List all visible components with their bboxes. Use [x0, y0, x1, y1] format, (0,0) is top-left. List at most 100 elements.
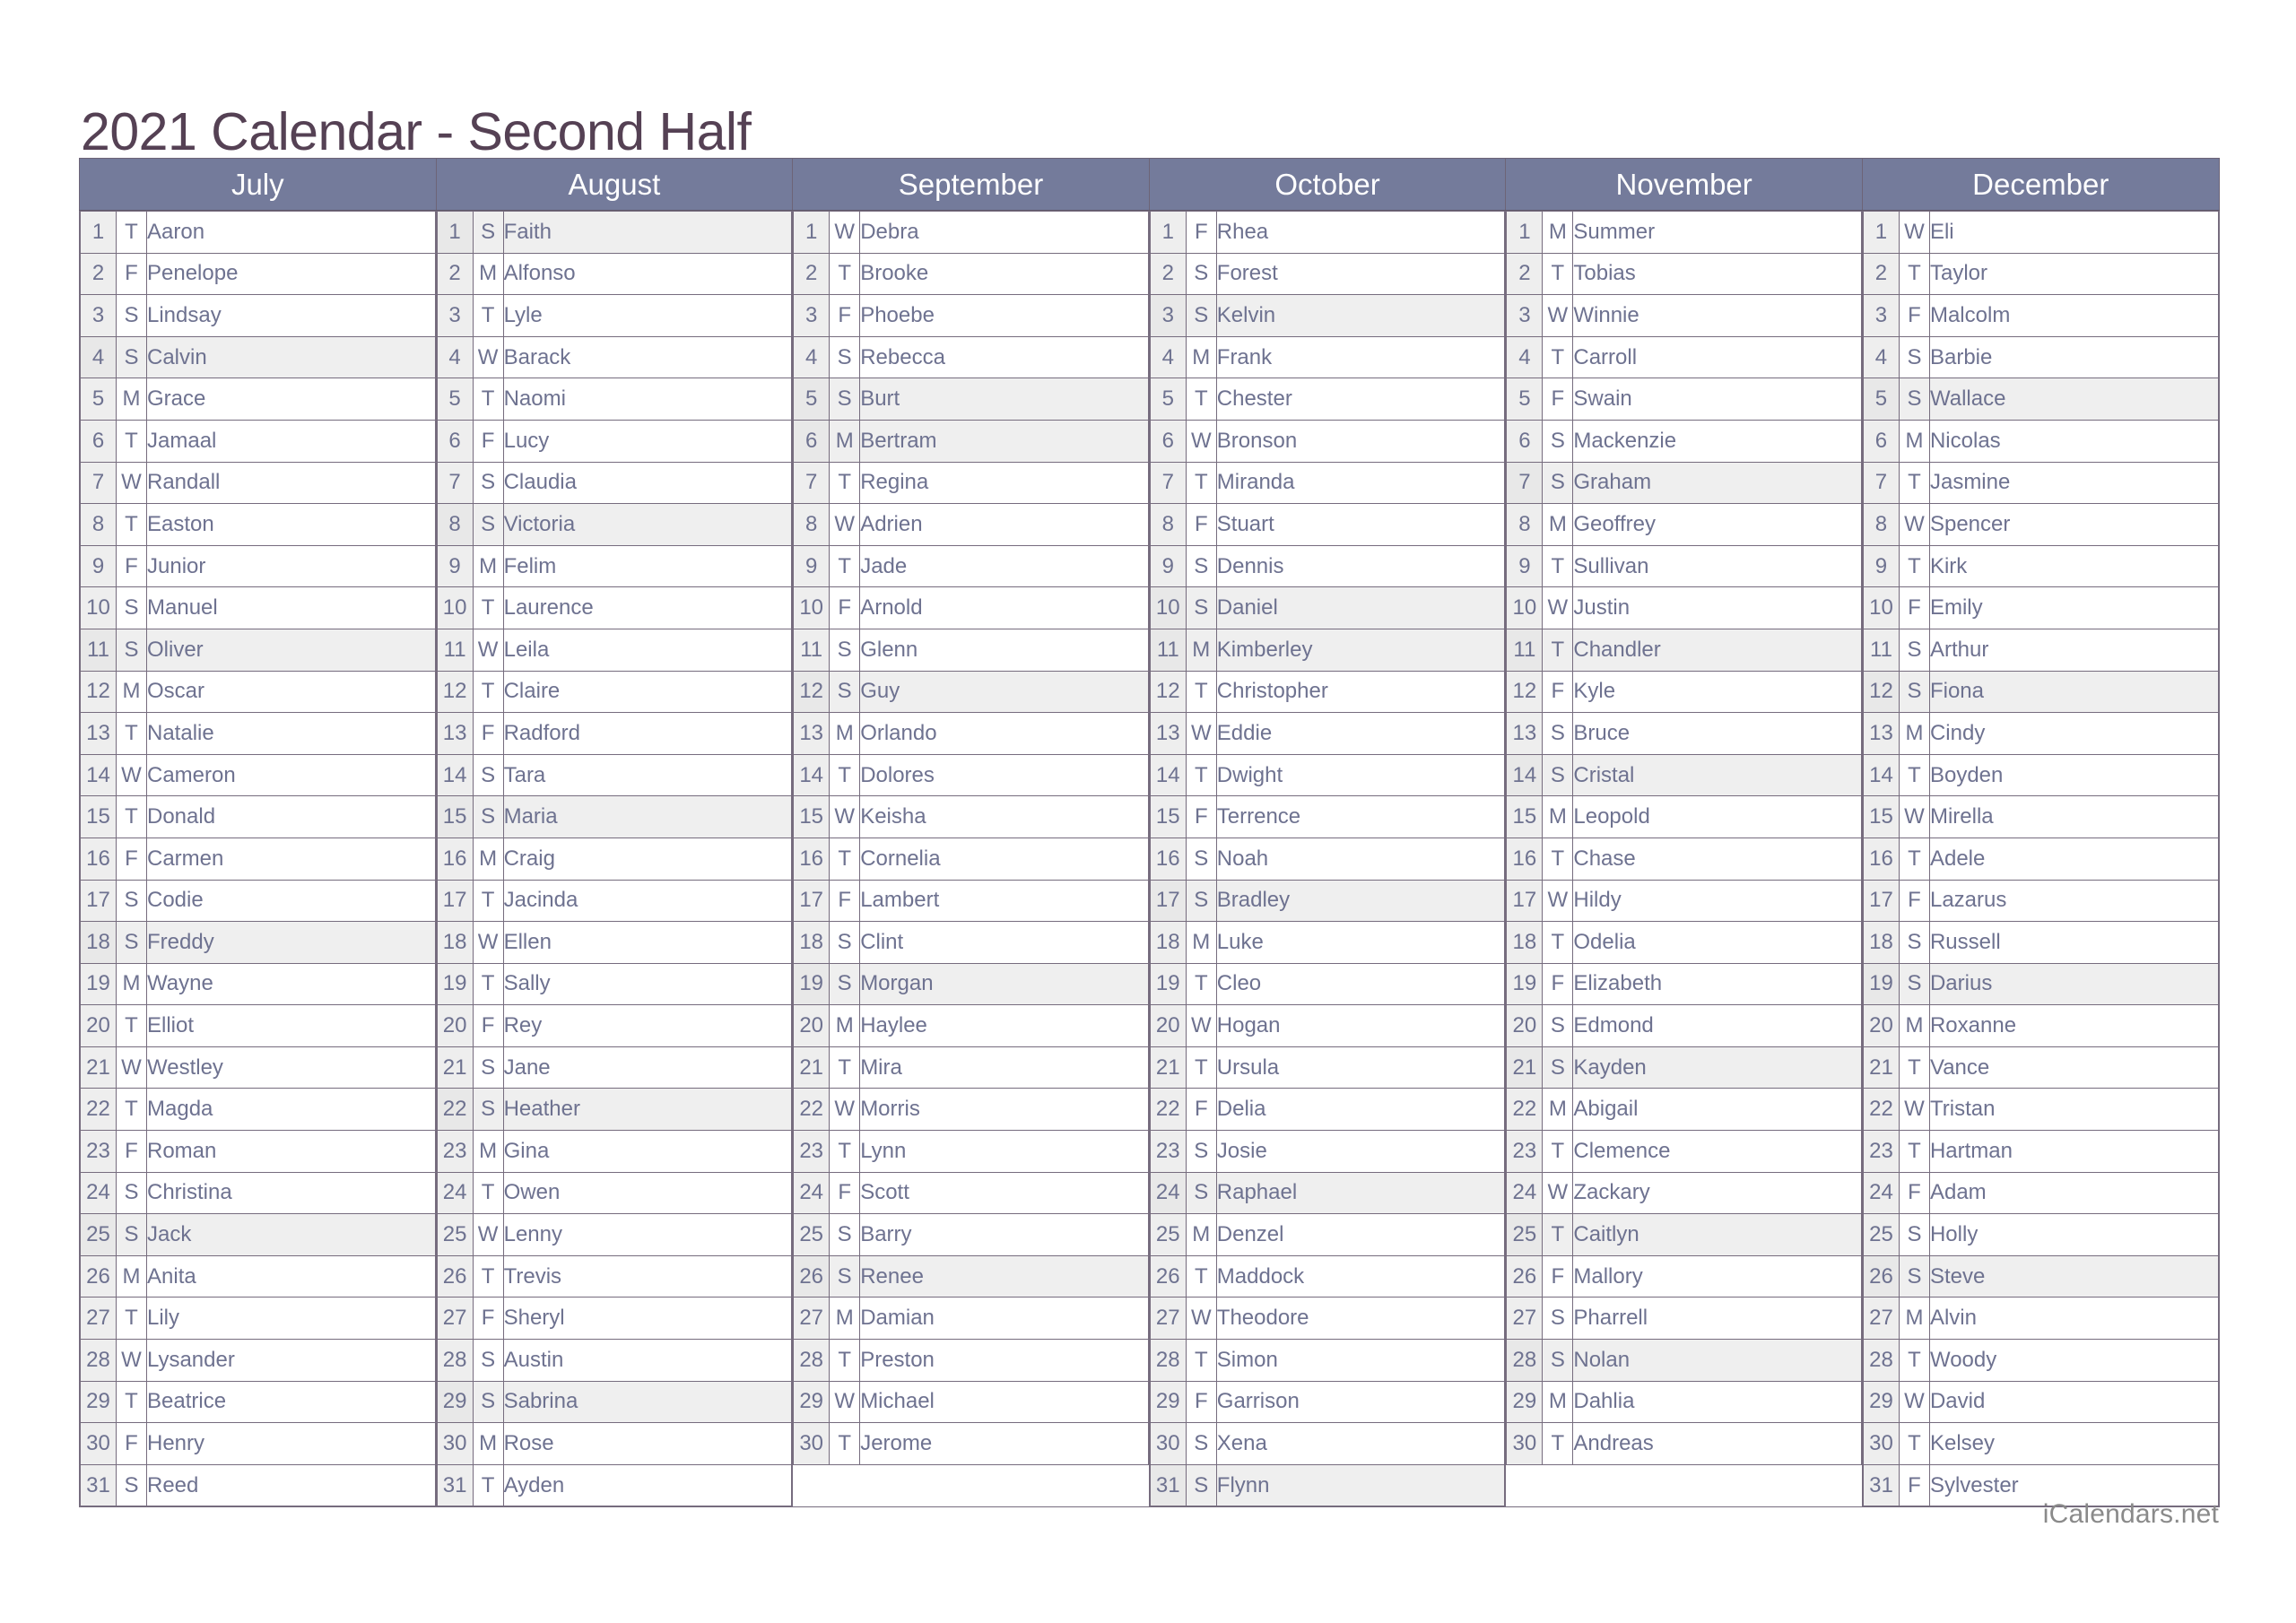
day-entry-name[interactable]: Magda	[146, 1088, 436, 1132]
day-entry-name[interactable]: Raphael	[1215, 1171, 1506, 1215]
day-entry-name[interactable]: Xena	[1215, 1422, 1506, 1465]
day-entry-name[interactable]: Hildy	[1572, 879, 1862, 923]
day-row[interactable]: 31 S Flynn	[1149, 1463, 1506, 1507]
day-row[interactable]: 26 S Renee	[793, 1254, 1149, 1298]
day-row[interactable]: 15 S Maria	[436, 795, 793, 838]
day-row[interactable]: 27 M Alvin	[1862, 1297, 2219, 1341]
day-row[interactable]: 10 F Arnold	[793, 586, 1149, 629]
day-entry-name[interactable]: Edmond	[1572, 1004, 1862, 1047]
day-entry-name[interactable]: Steve	[1928, 1254, 2219, 1298]
day-entry-name[interactable]: Adam	[1928, 1171, 2219, 1215]
day-row[interactable]: 15 W Keisha	[793, 795, 1149, 838]
day-entry-name[interactable]: Elliot	[146, 1004, 436, 1047]
day-row[interactable]: 6 T Jamaal	[80, 419, 436, 463]
day-row[interactable]: 19 S Morgan	[793, 962, 1149, 1006]
day-row[interactable]: 18 S Russell	[1862, 921, 2219, 964]
day-entry-name[interactable]: Chandler	[1572, 628, 1862, 672]
day-row[interactable]: 28 S Austin	[436, 1339, 793, 1382]
day-row[interactable]: 7 T Miranda	[1149, 461, 1506, 505]
day-entry-name[interactable]: Keisha	[859, 795, 1149, 838]
day-row[interactable]: 7 W Randall	[80, 461, 436, 505]
day-row[interactable]: 17 S Codie	[80, 879, 436, 923]
day-entry-name[interactable]: Naomi	[502, 378, 793, 421]
day-row[interactable]: 13 W Eddie	[1149, 712, 1506, 755]
day-row[interactable]: 17 S Bradley	[1149, 879, 1506, 923]
day-row[interactable]: 13 T Natalie	[80, 712, 436, 755]
day-row[interactable]: 24 F Adam	[1862, 1171, 2219, 1215]
day-row[interactable]: 14 S Tara	[436, 753, 793, 797]
day-row[interactable]: 2 T Tobias	[1506, 252, 1862, 296]
day-row[interactable]: 23 T Clemence	[1506, 1130, 1862, 1173]
day-row[interactable]: 10 W Justin	[1506, 586, 1862, 629]
day-entry-name[interactable]: Lambert	[859, 879, 1149, 923]
day-entry-name[interactable]: Jamaal	[146, 419, 436, 463]
day-entry-name[interactable]: Miranda	[1215, 461, 1506, 505]
day-row[interactable]: 11 S Glenn	[793, 628, 1149, 672]
day-row[interactable]: 20 M Roxanne	[1862, 1004, 2219, 1047]
day-entry-name[interactable]: Eli	[1928, 211, 2219, 254]
day-row[interactable]: 23 M Gina	[436, 1130, 793, 1173]
day-row[interactable]: 12 S Guy	[793, 670, 1149, 714]
day-row[interactable]: 5 S Wallace	[1862, 378, 2219, 421]
day-row[interactable]: 1 S Faith	[436, 211, 793, 254]
day-entry-name[interactable]: Claudia	[502, 461, 793, 505]
day-entry-name[interactable]: Grace	[146, 378, 436, 421]
day-entry-name[interactable]: Maddock	[1215, 1254, 1506, 1298]
day-row[interactable]: 17 T Jacinda	[436, 879, 793, 923]
day-entry-name[interactable]: Emily	[1928, 586, 2219, 629]
day-row[interactable]: 12 M Oscar	[80, 670, 436, 714]
day-entry-name[interactable]: Woody	[1928, 1339, 2219, 1382]
day-entry-name[interactable]: Debra	[859, 211, 1149, 254]
day-row[interactable]: 31 S Reed	[80, 1463, 436, 1507]
day-entry-name[interactable]: Adrien	[859, 503, 1149, 546]
day-entry-name[interactable]: Craig	[502, 837, 793, 881]
day-row[interactable]: 20 F Rey	[436, 1004, 793, 1047]
day-entry-name[interactable]: Graham	[1572, 461, 1862, 505]
day-entry-name[interactable]: Claire	[502, 670, 793, 714]
day-row[interactable]: 30 T Jerome	[793, 1422, 1149, 1465]
day-row[interactable]: 17 W Hildy	[1506, 879, 1862, 923]
day-entry-name[interactable]: Nicolas	[1928, 419, 2219, 463]
day-entry-name[interactable]: Ayden	[502, 1463, 793, 1507]
day-entry-name[interactable]: Swain	[1572, 378, 1862, 421]
day-entry-name[interactable]: Felim	[502, 544, 793, 588]
day-row[interactable]: 28 T Simon	[1149, 1339, 1506, 1382]
day-row[interactable]: 28 W Lysander	[80, 1339, 436, 1382]
day-entry-name[interactable]: Garrison	[1215, 1380, 1506, 1424]
day-entry-name[interactable]: Hartman	[1928, 1130, 2219, 1173]
day-row[interactable]: 7 S Claudia	[436, 461, 793, 505]
day-entry-name[interactable]: Chester	[1215, 378, 1506, 421]
day-row[interactable]: 28 T Woody	[1862, 1339, 2219, 1382]
day-entry-name[interactable]: Kelsey	[1928, 1422, 2219, 1465]
day-entry-name[interactable]: Randall	[146, 461, 436, 505]
day-row[interactable]: 21 T Ursula	[1149, 1046, 1506, 1089]
day-entry-name[interactable]: Natalie	[146, 712, 436, 755]
day-entry-name[interactable]: Christina	[146, 1171, 436, 1215]
day-row[interactable]: 26 T Trevis	[436, 1254, 793, 1298]
day-entry-name[interactable]: Kyle	[1572, 670, 1862, 714]
day-row[interactable]: 15 F Terrence	[1149, 795, 1506, 838]
day-entry-name[interactable]: Aaron	[146, 211, 436, 254]
day-row[interactable]: 25 S Jack	[80, 1213, 436, 1256]
day-entry-name[interactable]: Roman	[146, 1130, 436, 1173]
day-entry-name[interactable]: Barry	[859, 1213, 1149, 1256]
day-row[interactable]: 14 T Boyden	[1862, 753, 2219, 797]
day-row[interactable]: 7 T Regina	[793, 461, 1149, 505]
day-row[interactable]: 1 W Debra	[793, 211, 1149, 254]
day-row[interactable]: 15 M Leopold	[1506, 795, 1862, 838]
day-row[interactable]: 6 M Nicolas	[1862, 419, 2219, 463]
day-entry-name[interactable]: Cristal	[1572, 753, 1862, 797]
day-entry-name[interactable]: Damian	[859, 1297, 1149, 1341]
day-entry-name[interactable]: Kimberley	[1215, 628, 1506, 672]
day-entry-name[interactable]: Trevis	[502, 1254, 793, 1298]
day-row[interactable]: 30 M Rose	[436, 1422, 793, 1465]
day-row[interactable]: 8 T Easton	[80, 503, 436, 546]
day-row[interactable]: 17 F Lambert	[793, 879, 1149, 923]
day-row[interactable]: 6 M Bertram	[793, 419, 1149, 463]
day-entry-name[interactable]: Spencer	[1928, 503, 2219, 546]
day-entry-name[interactable]: Clemence	[1572, 1130, 1862, 1173]
day-row[interactable]: 11 M Kimberley	[1149, 628, 1506, 672]
day-row[interactable]: 25 S Barry	[793, 1213, 1149, 1256]
day-entry-name[interactable]: Leopold	[1572, 795, 1862, 838]
day-entry-name[interactable]: Easton	[146, 503, 436, 546]
